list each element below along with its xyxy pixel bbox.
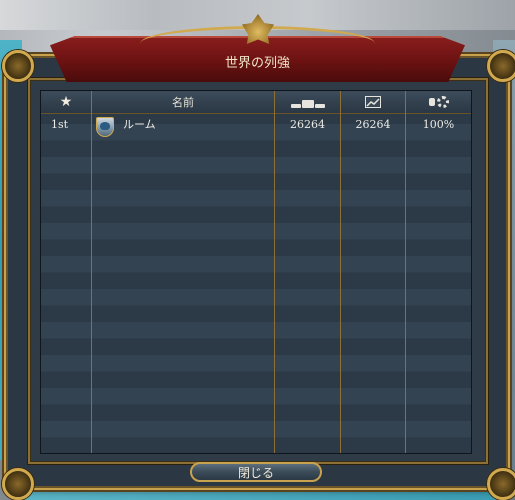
corner-ornament-icon (487, 468, 515, 500)
rank-cell: 1st (51, 117, 69, 131)
score-stack-icon (290, 96, 325, 108)
column-percent-header[interactable] (406, 91, 471, 113)
column-name-header[interactable]: 名前 (92, 91, 274, 113)
column-divider (274, 91, 275, 453)
close-button[interactable]: 閉じる (190, 462, 322, 482)
coins-icon (428, 98, 435, 106)
gear-icon (436, 96, 449, 108)
table-header: ★ 名前 (41, 91, 471, 114)
chart-icon (365, 96, 381, 108)
growth-cell: 26264 (355, 117, 391, 131)
powers-table: ★ 名前 1st ルーム 26264 26264 100% (40, 90, 472, 454)
star-icon: ★ (59, 94, 73, 110)
column-divider (340, 91, 341, 453)
column-divider (405, 91, 406, 453)
country-shield-icon[interactable] (96, 117, 114, 137)
percent-cell: 100% (422, 117, 455, 131)
corner-ornament-icon (2, 50, 34, 82)
window-title: 世界の列強 (224, 56, 290, 71)
column-divider (91, 91, 92, 453)
column-growth-header[interactable] (341, 91, 405, 113)
corner-ornament-icon (487, 50, 515, 82)
column-rank-header[interactable]: ★ (41, 91, 91, 113)
country-name-cell: ルーム (123, 118, 156, 131)
column-score-header[interactable] (275, 91, 340, 113)
score-cell: 26264 (290, 117, 325, 131)
corner-ornament-icon (2, 468, 34, 500)
